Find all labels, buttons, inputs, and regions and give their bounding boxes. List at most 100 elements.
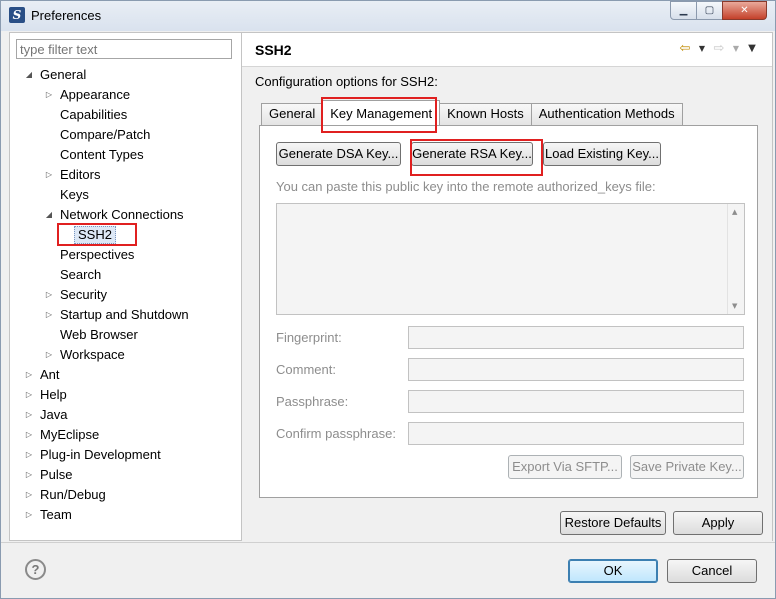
preferences-window: S Preferences ▁ ▢ ✕ ◢ General ▷ Appearan… bbox=[0, 0, 776, 599]
tree-item-java[interactable]: ▷ Java bbox=[18, 405, 218, 425]
tree-item-pulse[interactable]: ▷ Pulse bbox=[18, 465, 218, 485]
tree-item-appearance[interactable]: ▷ Appearance bbox=[38, 85, 218, 105]
expanded-icon[interactable]: ◢ bbox=[24, 65, 34, 85]
tree-item-run-debug[interactable]: ▷ Run/Debug bbox=[18, 485, 218, 505]
collapsed-icon[interactable]: ▷ bbox=[24, 405, 34, 425]
tree-item-label: Web Browser bbox=[60, 327, 138, 342]
tab-authentication-methods[interactable]: Authentication Methods bbox=[530, 103, 683, 125]
tree-item-label: Java bbox=[40, 407, 68, 422]
tree-item-label: General bbox=[40, 67, 87, 82]
restore-defaults-button[interactable]: Restore Defaults bbox=[560, 511, 666, 535]
minimize-button[interactable]: ▁ bbox=[670, 1, 697, 20]
collapsed-icon[interactable]: ▷ bbox=[24, 385, 34, 405]
collapsed-icon[interactable]: ▷ bbox=[24, 505, 34, 525]
help-icon[interactable]: ? bbox=[25, 559, 46, 580]
tree-item-capabilities[interactable]: Capabilities bbox=[60, 105, 127, 125]
tree-item-workspace[interactable]: ▷ Workspace bbox=[38, 345, 218, 365]
tree-item-label: Editors bbox=[60, 167, 101, 182]
scroll-down-icon[interactable]: ▼ bbox=[732, 302, 737, 310]
tree-item-security[interactable]: ▷ Security bbox=[38, 285, 218, 305]
back-arrow-icon[interactable]: ⇦ bbox=[678, 41, 692, 56]
collapsed-icon[interactable]: ▷ bbox=[24, 425, 34, 445]
tree-item-label: Run/Debug bbox=[40, 487, 106, 502]
tree-item-network-connections[interactable]: ◢ Network Connections bbox=[38, 205, 228, 225]
forward-menu-icon[interactable]: ▼ bbox=[730, 44, 742, 53]
tree-item-myeclipse[interactable]: ▷ MyEclipse bbox=[18, 425, 218, 445]
scroll-up-icon[interactable]: ▲ bbox=[732, 208, 737, 216]
tree-item-perspectives[interactable]: Perspectives bbox=[60, 245, 134, 265]
collapsed-icon[interactable]: ▷ bbox=[44, 165, 54, 185]
tree-item-label: Pulse bbox=[40, 467, 73, 482]
tree-item-label: Perspectives bbox=[60, 247, 135, 262]
passphrase-label: Passphrase: bbox=[276, 394, 349, 409]
collapsed-icon[interactable]: ▷ bbox=[24, 485, 34, 505]
page-description: Configuration options for SSH2: bbox=[255, 74, 438, 89]
tree-item-label: Ant bbox=[40, 367, 60, 382]
collapsed-icon[interactable]: ▷ bbox=[44, 85, 54, 105]
collapsed-icon[interactable]: ▷ bbox=[44, 305, 54, 325]
fingerprint-field[interactable] bbox=[408, 326, 744, 349]
apply-button[interactable]: Apply bbox=[673, 511, 763, 535]
collapsed-icon[interactable]: ▷ bbox=[24, 465, 34, 485]
tree-item-web-browser[interactable]: Web Browser bbox=[60, 325, 138, 345]
tree-item-label: Security bbox=[60, 287, 107, 302]
tab-known-hosts[interactable]: Known Hosts bbox=[439, 103, 532, 125]
public-key-hint: You can paste this public key into the r… bbox=[276, 179, 656, 194]
confirm-passphrase-field[interactable] bbox=[408, 422, 744, 445]
window-controls: ▁ ▢ ✕ bbox=[670, 1, 767, 21]
vertical-scrollbar[interactable]: ▲ ▼ bbox=[727, 204, 744, 314]
tree-item-help[interactable]: ▷ Help bbox=[18, 385, 218, 405]
maximize-button[interactable]: ▢ bbox=[696, 1, 723, 20]
tab-general[interactable]: General bbox=[261, 103, 324, 125]
collapsed-icon[interactable]: ▷ bbox=[44, 285, 54, 305]
tree-item-label: Help bbox=[40, 387, 67, 402]
tree-item-content-types[interactable]: Content Types bbox=[60, 145, 144, 165]
close-button[interactable]: ✕ bbox=[722, 1, 767, 20]
expanded-icon[interactable]: ◢ bbox=[44, 205, 54, 225]
tree-item-ant[interactable]: ▷ Ant bbox=[18, 365, 218, 385]
tree-item-label: Startup and Shutdown bbox=[60, 307, 189, 322]
ok-button[interactable]: OK bbox=[568, 559, 658, 583]
public-key-textarea[interactable]: ▲ ▼ bbox=[276, 203, 745, 315]
tree-item-compare-patch[interactable]: Compare/Patch bbox=[60, 125, 150, 145]
footer-separator bbox=[1, 542, 775, 543]
title-bar[interactable]: S Preferences ▁ ▢ ✕ bbox=[1, 1, 775, 31]
preference-page: SSH2 ⇦ ▼ ⇨ ▼ ▼ Configuration options for… bbox=[242, 32, 773, 541]
tree-item-label: Network Connections bbox=[60, 207, 184, 222]
tree-item-label: Capabilities bbox=[60, 107, 128, 122]
back-menu-icon[interactable]: ▼ bbox=[696, 44, 708, 53]
collapsed-icon[interactable]: ▷ bbox=[24, 445, 34, 465]
window-title: Preferences bbox=[31, 8, 102, 23]
generate-dsa-key-button[interactable]: Generate DSA Key... bbox=[276, 142, 401, 166]
forward-arrow-icon[interactable]: ⇨ bbox=[712, 41, 726, 56]
tree-item-label: MyEclipse bbox=[40, 427, 100, 442]
collapsed-icon[interactable]: ▷ bbox=[24, 365, 34, 385]
tree-item-label: Appearance bbox=[60, 87, 131, 102]
tree-item-label: Content Types bbox=[60, 147, 144, 162]
confirm-passphrase-label: Confirm passphrase: bbox=[276, 426, 396, 441]
comment-field[interactable] bbox=[408, 358, 744, 381]
save-private-key-button[interactable]: Save Private Key... bbox=[630, 455, 744, 479]
passphrase-field[interactable] bbox=[408, 390, 744, 413]
view-menu-icon[interactable]: ▼ bbox=[746, 43, 758, 54]
tree-item-editors[interactable]: ▷ Editors bbox=[38, 165, 218, 185]
page-nav: ⇦ ▼ ⇨ ▼ ▼ bbox=[678, 41, 758, 56]
tree-item-label: Search bbox=[60, 267, 102, 282]
tree-item-keys[interactable]: Keys bbox=[60, 185, 89, 205]
tree-item-search[interactable]: Search bbox=[60, 265, 101, 285]
comment-label: Comment: bbox=[276, 362, 336, 377]
load-existing-key-button[interactable]: Load Existing Key... bbox=[543, 142, 661, 166]
export-via-sftp-button[interactable]: Export Via SFTP... bbox=[508, 455, 622, 479]
tree-item-label: Keys bbox=[60, 187, 89, 202]
tree-item-startup-and-shutdown[interactable]: ▷ Startup and Shutdown bbox=[38, 305, 228, 325]
ssh2-highlight-box bbox=[57, 223, 137, 246]
app-icon: S bbox=[9, 7, 25, 23]
collapsed-icon[interactable]: ▷ bbox=[44, 345, 54, 365]
key-management-panel: Generate DSA Key... Generate RSA Key... … bbox=[259, 125, 758, 498]
tree-item-label: Team bbox=[40, 507, 72, 522]
filter-input[interactable] bbox=[16, 39, 232, 59]
tree-item-team[interactable]: ▷ Team bbox=[18, 505, 218, 525]
tree-item-plug-in-development[interactable]: ▷ Plug-in Development bbox=[18, 445, 228, 465]
cancel-button[interactable]: Cancel bbox=[667, 559, 757, 583]
tree-item-general[interactable]: ◢ General bbox=[18, 65, 218, 85]
